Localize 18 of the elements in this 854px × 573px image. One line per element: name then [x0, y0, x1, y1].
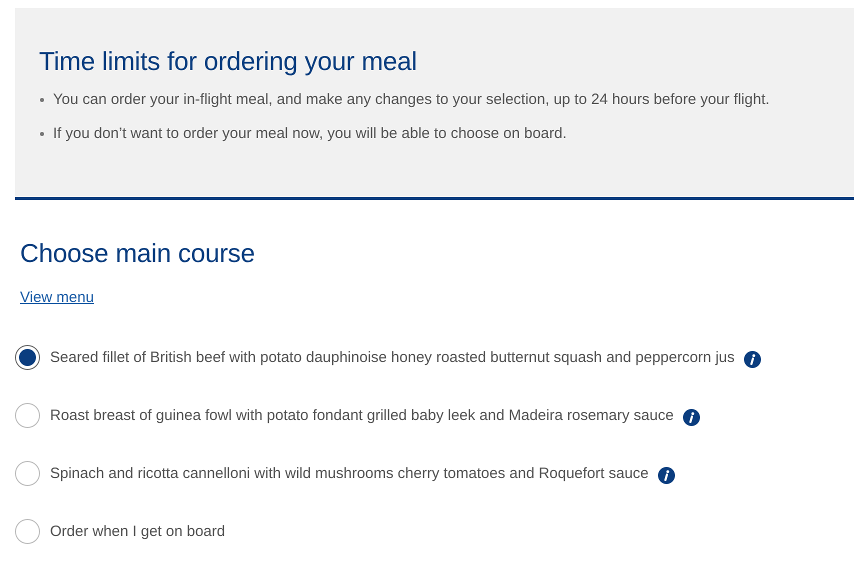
option-label[interactable]: Spinach and ricotta cannelloni with wild mushrooms cherry tomatoes and Roquefort sauce — [50, 464, 649, 482]
view-menu-link[interactable]: View menu — [20, 289, 94, 306]
option-label[interactable]: Seared fillet of British beef with potato dauphinoise honey roasted butternut squash and peppercorn jus — [50, 348, 735, 366]
radio-button[interactable] — [15, 344, 40, 370]
info-icon[interactable] — [658, 466, 675, 484]
radio-button[interactable] — [15, 460, 40, 486]
option-label[interactable]: Order when I get on board — [50, 522, 226, 540]
info-icon[interactable] — [744, 350, 761, 368]
option-label[interactable]: Roast breast of guinea fowl with potato fondant grilled baby leek and Madeira rosemary sauce — [50, 406, 674, 424]
info-text: If you don’t want to order your meal now, you will be able to choose on board. — [53, 124, 567, 144]
radio-button[interactable] — [15, 518, 40, 544]
section-heading: Choose main course — [20, 238, 256, 269]
bullet-icon — [40, 132, 44, 136]
section-heading: Time limits for ordering your meal — [39, 46, 418, 77]
radio-button[interactable] — [15, 402, 40, 428]
info-icon[interactable] — [682, 408, 700, 426]
bullet-icon — [40, 98, 44, 102]
info-text: You can order your in-flight meal, and make any changes to your selection, up to 24 hours before your flight. — [53, 90, 770, 110]
